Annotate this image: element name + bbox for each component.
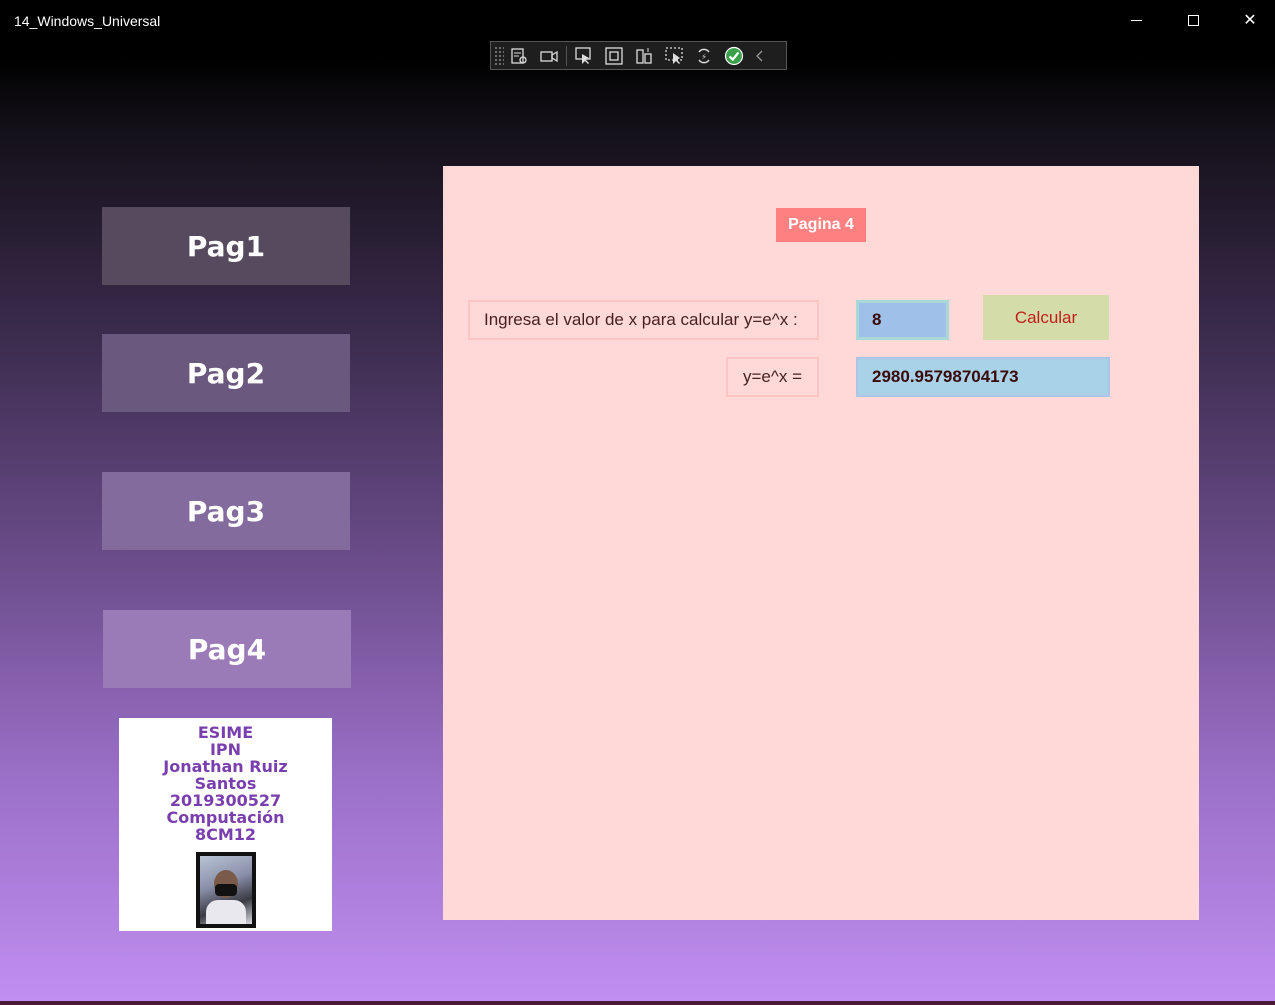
- card-line-career: Computación: [166, 808, 285, 827]
- card-line-surname: Santos: [194, 774, 257, 793]
- student-photo: [195, 852, 256, 928]
- maximize-icon[interactable]: [1170, 6, 1216, 36]
- binding-failures-icon[interactable]: [659, 43, 689, 69]
- window-bottom-edge: [0, 1001, 1275, 1005]
- card-line-school: ESIME: [197, 723, 254, 742]
- result-label: y=e^x =: [726, 357, 819, 397]
- nav-button-pag2[interactable]: Pag2: [102, 334, 350, 412]
- content-panel: Pagina 4 Ingresa el valor de x para calc…: [443, 166, 1199, 920]
- svg-text:⚡: ⚡: [701, 52, 707, 61]
- display-layout-adorners-icon[interactable]: [599, 43, 629, 69]
- card-line-institute: IPN: [209, 740, 242, 759]
- card-line-group: 8CM12: [194, 825, 257, 844]
- x-prompt-label: Ingresa el valor de x para calcular y=e^…: [468, 300, 819, 340]
- toolbar-grip[interactable]: [494, 45, 504, 66]
- toolbar-separator: [566, 45, 567, 66]
- ok-status-icon[interactable]: [719, 43, 749, 69]
- card-line-name: Jonathan Ruiz: [163, 757, 288, 776]
- title-bar: 14_Windows_Universal ✕: [0, 0, 1275, 42]
- collapse-chevron-icon[interactable]: [749, 43, 771, 69]
- nav-button-pag3[interactable]: Pag3: [102, 472, 350, 550]
- record-icon[interactable]: [534, 43, 564, 69]
- window-title: 14_Windows_Universal: [14, 13, 161, 29]
- nav-button-pag1[interactable]: Pag1: [102, 207, 350, 285]
- track-focus-icon[interactable]: [629, 43, 659, 69]
- calculate-button[interactable]: Calcular: [983, 295, 1109, 340]
- debug-toolbar: ⚡: [490, 41, 787, 70]
- close-icon[interactable]: ✕: [1227, 6, 1273, 36]
- result-output[interactable]: 2980.95798704173: [856, 357, 1110, 397]
- nav-button-pag4[interactable]: Pag4: [103, 610, 351, 688]
- live-visual-tree-icon[interactable]: [504, 43, 534, 69]
- page-title: Pagina 4: [776, 208, 866, 242]
- select-element-icon[interactable]: [569, 43, 599, 69]
- x-value-input[interactable]: [856, 300, 949, 340]
- hot-reload-icon[interactable]: ⚡: [689, 43, 719, 69]
- minimize-icon[interactable]: [1113, 6, 1159, 36]
- student-id-card: ESIME IPN Jonathan Ruiz Santos 201930052…: [119, 718, 332, 931]
- card-line-id-number: 2019300527: [169, 791, 282, 810]
